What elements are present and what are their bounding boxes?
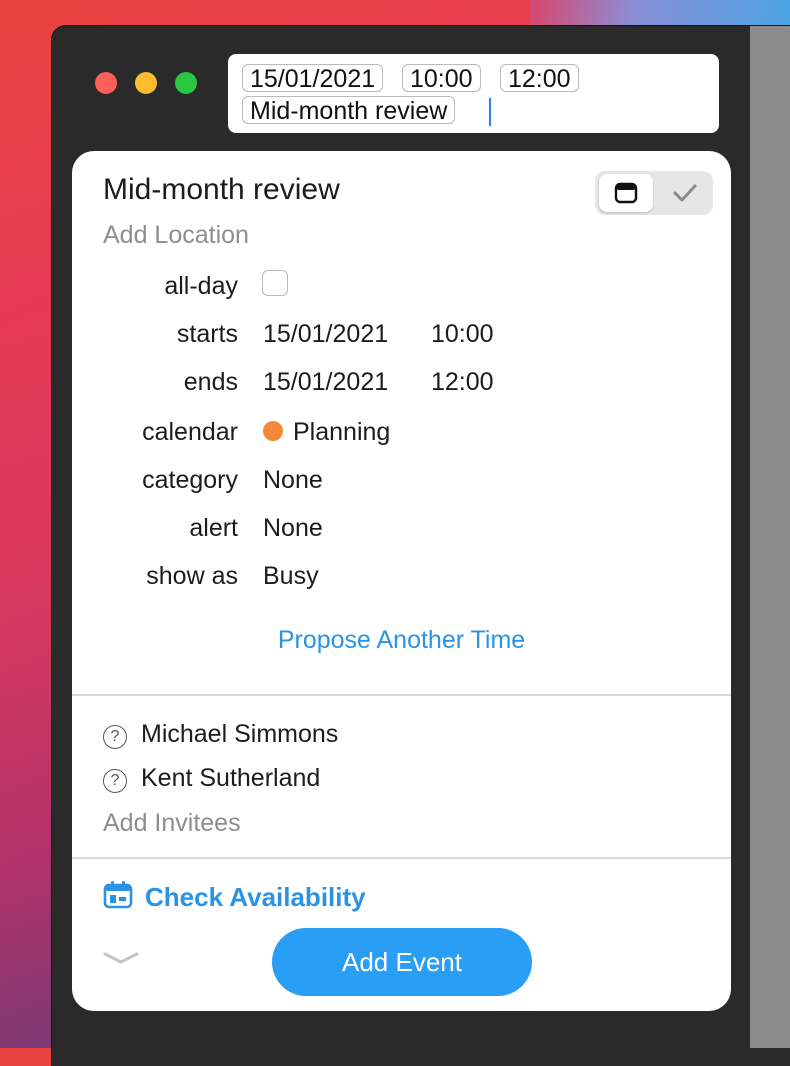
invitee-row[interactable]: ? Michael Simmons <box>103 720 338 749</box>
minimize-button[interactable] <box>135 72 157 94</box>
add-event-button[interactable]: Add Event <box>272 928 532 996</box>
checkmark-icon <box>673 184 697 202</box>
event-mode-calendar[interactable] <box>599 174 653 212</box>
event-mode-task[interactable] <box>657 174 711 212</box>
quick-entry-token-date[interactable]: 15/01/2021 <box>242 64 384 93</box>
showas-label: show as <box>146 562 238 590</box>
allday-checkbox[interactable] <box>262 270 288 296</box>
add-location-field[interactable]: Add Location <box>103 221 249 250</box>
quick-entry-token-end[interactable]: 12:00 <box>500 64 579 93</box>
zoom-button[interactable] <box>175 72 197 94</box>
ends-date[interactable]: 15/01/2021 <box>263 368 388 397</box>
alert-label: alert <box>189 514 238 542</box>
background-window <box>750 26 790 1048</box>
calendar-color-dot <box>263 421 283 441</box>
question-circle-icon: ? <box>103 769 127 793</box>
question-circle-icon: ? <box>103 725 127 749</box>
starts-date[interactable]: 15/01/2021 <box>263 320 388 349</box>
divider <box>72 694 731 696</box>
chevron-down-icon[interactable] <box>103 951 139 965</box>
alert-select[interactable]: None <box>263 514 323 543</box>
showas-select[interactable]: Busy <box>263 562 319 591</box>
quick-entry-token-title[interactable]: Mid-month review <box>242 96 456 125</box>
quick-entry-token-start[interactable]: 10:00 <box>402 64 481 93</box>
text-cursor <box>489 98 491 126</box>
calendar-icon <box>614 182 638 204</box>
starts-label: starts <box>176 320 238 348</box>
invitee-name: Michael Simmons <box>141 720 339 748</box>
ends-label: ends <box>183 368 238 396</box>
event-mode-toggle[interactable] <box>595 171 713 215</box>
category-select[interactable]: None <box>263 466 323 495</box>
close-button[interactable] <box>95 72 117 94</box>
invitee-row[interactable]: ? Kent Sutherland <box>103 764 320 793</box>
propose-another-time-link[interactable]: Propose Another Time <box>72 626 731 655</box>
calendar-select[interactable]: Planning <box>263 418 390 447</box>
allday-label: all-day <box>164 272 238 300</box>
availability-calendar-icon <box>103 881 133 909</box>
quick-entry-field[interactable]: 15/01/2021 10:00 12:00 Mid-month review <box>228 54 719 133</box>
event-popover: Mid-month review Add Location all-day st… <box>72 151 731 1011</box>
calendar-value: Planning <box>293 418 391 446</box>
invitee-name: Kent Sutherland <box>141 764 321 792</box>
event-title[interactable]: Mid-month review <box>103 173 340 207</box>
calendar-label: calendar <box>142 418 238 446</box>
starts-time[interactable]: 10:00 <box>431 320 494 349</box>
category-label: category <box>142 466 238 494</box>
check-availability-label: Check Availability <box>145 882 366 912</box>
add-invitees-field[interactable]: Add Invitees <box>103 809 241 838</box>
check-availability-link[interactable]: Check Availability <box>103 881 366 913</box>
divider <box>72 857 731 859</box>
ends-time[interactable]: 12:00 <box>431 368 494 397</box>
